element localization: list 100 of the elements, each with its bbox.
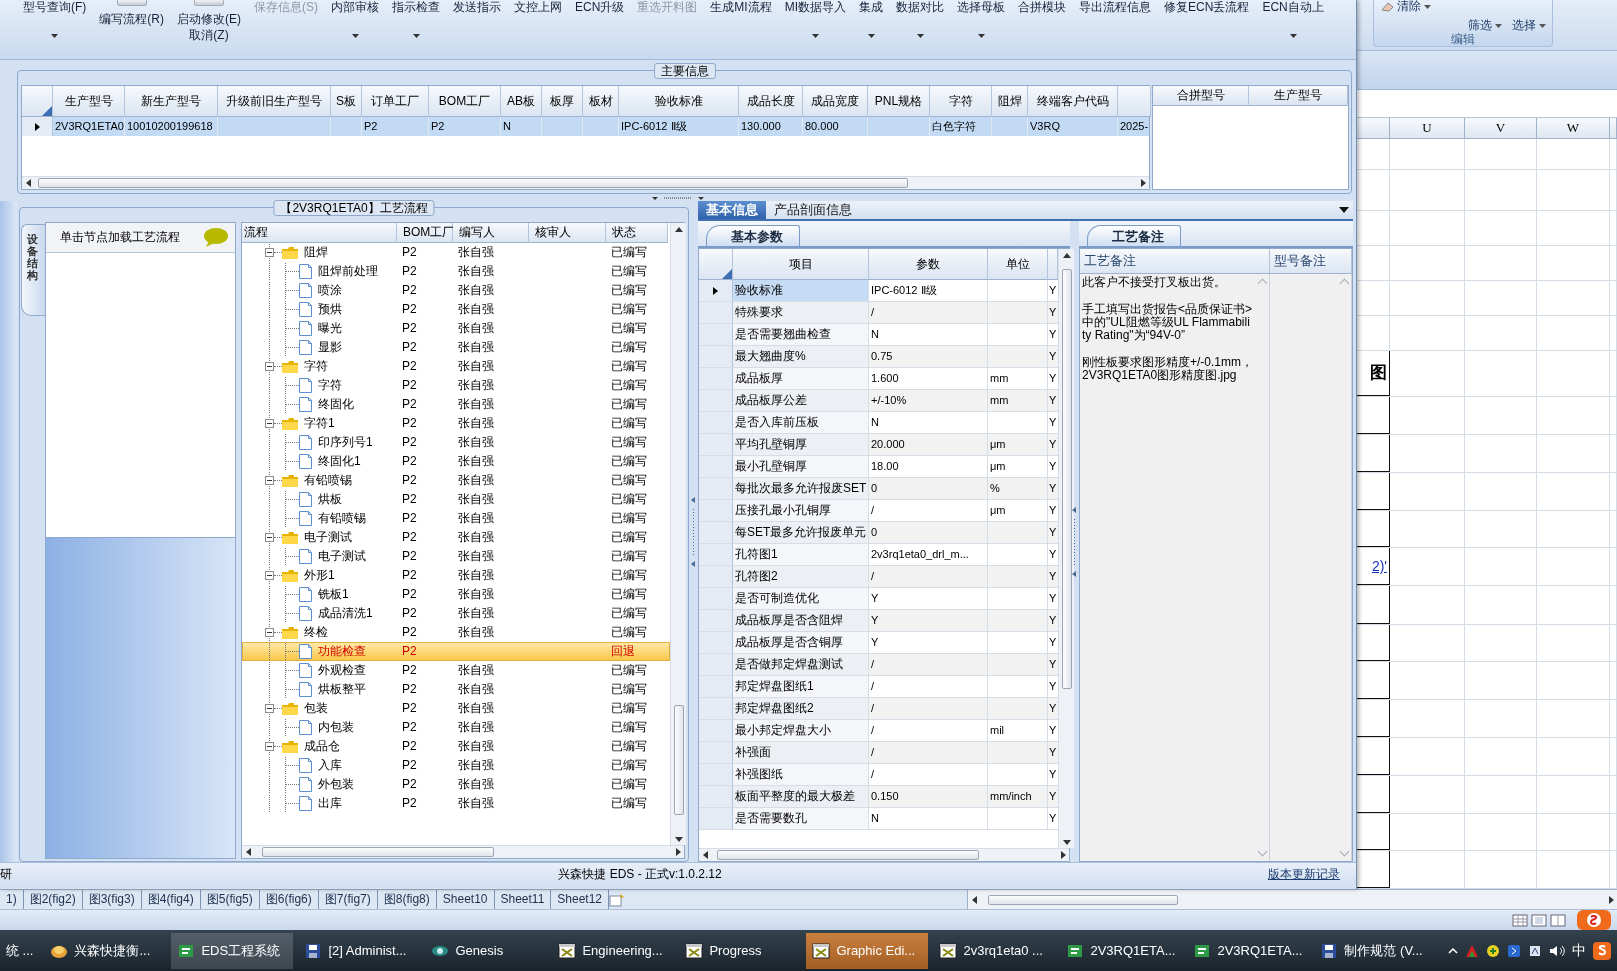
tree-row[interactable]: 字符 P2 张自强 已编写 xyxy=(242,376,670,395)
caret-icon[interactable] xyxy=(412,34,420,38)
changelog-link[interactable]: 版本更新记录 xyxy=(1268,866,1340,882)
caret-icon[interactable] xyxy=(916,34,924,38)
column-header[interactable] xyxy=(699,249,733,280)
caret-icon[interactable] xyxy=(351,34,359,38)
taskbar-button[interactable]: 2V3RQ1ETA... xyxy=(1187,932,1310,969)
tree-row[interactable]: 外包装 P2 张自强 已编写 xyxy=(242,775,670,794)
tab[interactable]: 基本信息 xyxy=(698,201,766,219)
new-sheet-icon[interactable] xyxy=(609,892,626,907)
toolbar-button[interactable]: 集成 xyxy=(859,0,884,14)
horizontal-scrollbar[interactable] xyxy=(967,890,1617,909)
table-cell[interactable]: 是否可制造优化 xyxy=(733,588,869,610)
tree-row[interactable]: 曝光 P2 张自强 已编写 xyxy=(242,319,670,338)
column-header[interactable]: 验收标准 xyxy=(619,86,739,117)
taskbar-button[interactable]: 2v3rq1eta0 ... xyxy=(933,932,1056,969)
taskbar-button[interactable]: 制作规范 (V... xyxy=(1314,932,1437,969)
table-cell[interactable]: 成品板厚 xyxy=(733,368,869,390)
column-header[interactable]: 单位 xyxy=(988,249,1048,280)
tree-row[interactable]: 外观检查 P2 张自强 已编写 xyxy=(242,661,670,680)
tree-row[interactable]: 入库 P2 张自强 已编写 xyxy=(242,756,670,775)
collapse-icon[interactable] xyxy=(265,248,274,257)
tree-row[interactable]: 预烘 P2 张自强 已编写 xyxy=(242,300,670,319)
tree-row[interactable]: 成品仓 P2 张自强 已编写 xyxy=(242,737,670,756)
caret-icon[interactable] xyxy=(51,34,59,38)
tree-row[interactable]: 烘板整平 P2 张自强 已编写 xyxy=(242,680,670,699)
toolbar-button[interactable]: 选择母板 xyxy=(957,0,1006,14)
column-header[interactable]: BOM工厂 xyxy=(397,223,453,243)
toolbar-button[interactable]: 文控上网 xyxy=(514,0,562,14)
toolbar-button[interactable]: MI数据导入 xyxy=(784,0,847,14)
column-header[interactable]: U xyxy=(1390,118,1465,138)
horizontal-scrollbar[interactable] xyxy=(699,848,1069,861)
toolbar-button[interactable]: 合拼模块 xyxy=(1018,0,1067,14)
view-icon[interactable] xyxy=(1550,912,1566,928)
table-cell[interactable]: 平均孔壁铜厚 xyxy=(733,434,869,456)
taskbar-button[interactable]: Genesis xyxy=(425,932,548,969)
tree-row[interactable]: 铣板1 P2 张自强 已编写 xyxy=(242,585,670,604)
table-cell[interactable]: 是否需要翘曲检查 xyxy=(733,324,869,346)
tree-row[interactable]: 出库 P2 张自强 已编写 xyxy=(242,794,670,813)
column-header[interactable]: 项目 xyxy=(733,249,869,280)
column-header[interactable]: BOM工厂 xyxy=(429,86,501,117)
toolbar-button[interactable]: 数据对比 xyxy=(896,0,945,14)
column-header[interactable]: 生产型号 xyxy=(53,86,125,117)
side-tab[interactable]: 设备结构 xyxy=(21,224,45,316)
table-cell[interactable]: 成品板厚公差 xyxy=(733,390,869,412)
tree-row[interactable]: 有铅喷锡 P2 张自强 已编写 xyxy=(242,509,670,528)
tree-row[interactable]: 有铅喷锡 P2 张自强 已编写 xyxy=(242,471,670,490)
collapse-icon[interactable] xyxy=(265,742,274,751)
tree-row[interactable]: 烘板 P2 张自强 已编写 xyxy=(242,490,670,509)
input-method-button[interactable]: 中 xyxy=(1572,942,1586,959)
toolbar-button[interactable]: 取消(Z) xyxy=(189,28,229,42)
toolbar-button[interactable]: 启动修改(E) xyxy=(177,12,241,26)
table-cell[interactable]: 是否做邦定焊盘测试 xyxy=(733,654,869,676)
panel-tab[interactable]: 基本参数 xyxy=(706,225,800,246)
table-cell[interactable]: 成品板厚是否含阻焊 xyxy=(733,610,869,632)
column-header[interactable]: AB板 xyxy=(501,86,542,117)
column-header[interactable]: 状态 xyxy=(606,223,668,243)
taskbar-button[interactable]: Graphic Edi... xyxy=(806,932,929,969)
tree-row[interactable]: 印序列号1 P2 张自强 已编写 xyxy=(242,433,670,452)
toolbar-button[interactable]: ECN自动上 xyxy=(1262,0,1324,14)
column-header[interactable]: 核审人 xyxy=(529,223,606,243)
toolbar-button[interactable]: 导出流程信息 xyxy=(1079,0,1152,14)
toolbar-button[interactable]: ECN升级 xyxy=(575,0,625,14)
ribbon-button[interactable]: 清除 xyxy=(1380,0,1552,13)
collapse-icon[interactable] xyxy=(265,571,274,580)
column-header[interactable] xyxy=(1048,249,1058,280)
taskbar-button[interactable]: Engineering... xyxy=(552,932,675,969)
table-cell[interactable]: 邦定焊盘图纸2 xyxy=(733,698,869,720)
column-header[interactable]: 字符 xyxy=(930,86,992,117)
toolbar-button[interactable]: 内部审核 xyxy=(331,0,379,14)
tab[interactable]: 产品剖面信息 xyxy=(766,201,860,219)
tray-icon[interactable] xyxy=(1593,941,1611,960)
taskbar-button[interactable]: 统 ... xyxy=(0,932,40,969)
splitter-handle[interactable] xyxy=(652,197,704,201)
toolbar-button[interactable]: 指示检查 xyxy=(392,0,440,14)
table-cell[interactable]: 最小邦定焊盘大小 xyxy=(733,720,869,742)
table-cell[interactable]: 每批次最多允许报废SET xyxy=(733,478,869,500)
column-header[interactable]: 板材 xyxy=(583,86,619,117)
caret-icon[interactable] xyxy=(1289,34,1297,38)
column-header[interactable]: 终端客户代码 xyxy=(1028,86,1118,117)
column-header[interactable]: 编写人 xyxy=(453,223,529,243)
taskbar-button[interactable]: 2V3RQ1ETA... xyxy=(1060,932,1183,969)
table-cell[interactable]: 特殊要求 xyxy=(733,302,869,324)
toolbar-button[interactable]: 生成MI流程 xyxy=(710,0,772,14)
table-cell[interactable]: 孔符图2 xyxy=(733,566,869,588)
caret-icon[interactable] xyxy=(977,34,985,38)
tree-row[interactable]: 包装 P2 张自强 已编写 xyxy=(242,699,670,718)
row-header[interactable] xyxy=(22,117,53,136)
table-cell[interactable]: 成品板厚是否含铜厚 xyxy=(733,632,869,654)
caret-icon[interactable] xyxy=(867,34,875,38)
tree-row[interactable]: 显影 P2 张自强 已编写 xyxy=(242,338,670,357)
tray-icon[interactable] xyxy=(1486,943,1500,958)
row-header[interactable] xyxy=(699,280,733,302)
collapse-icon[interactable] xyxy=(265,533,274,542)
ribbon-button[interactable]: 筛选 xyxy=(1468,19,1502,32)
vertical-scrollbar[interactable] xyxy=(1058,249,1074,848)
column-header[interactable]: S板 xyxy=(331,86,362,117)
column-header[interactable]: 合拼型号 xyxy=(1153,86,1249,106)
tray-icon[interactable] xyxy=(1507,943,1521,958)
column-header[interactable]: 生产型号 xyxy=(1249,86,1348,106)
